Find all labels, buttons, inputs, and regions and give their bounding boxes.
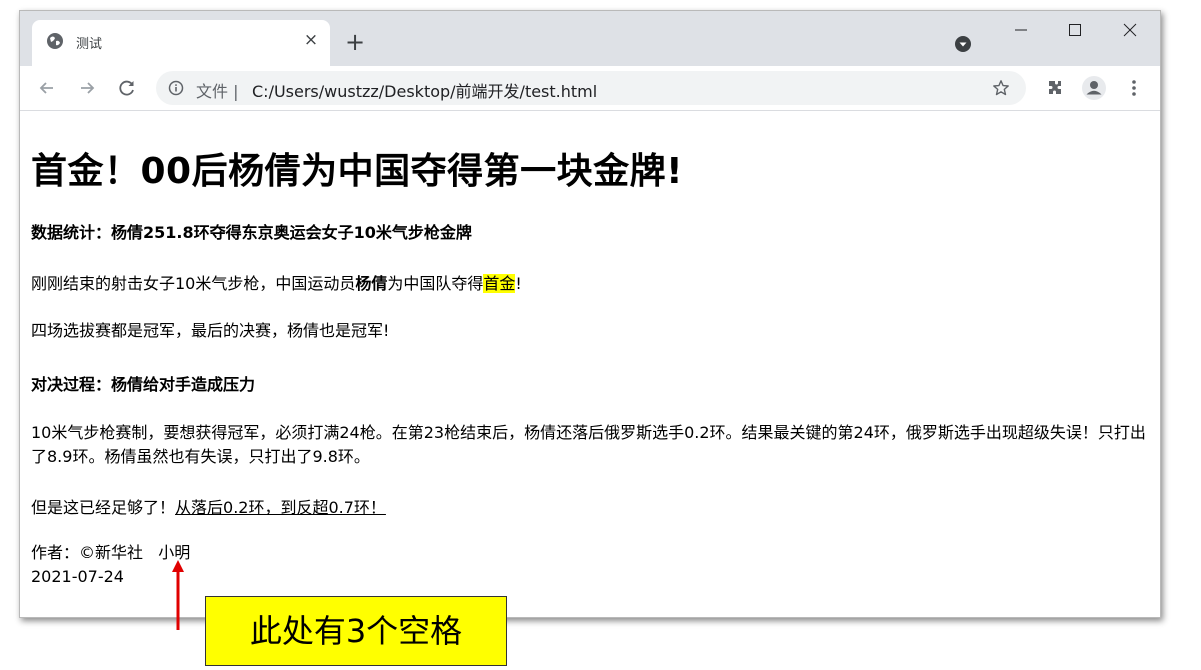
close-icon[interactable]: × — [302, 30, 320, 50]
address-separator: | — [233, 82, 239, 101]
bold-name: 杨倩 — [355, 274, 388, 293]
address-chip-label: 文件 — [196, 82, 229, 101]
maximize-icon[interactable] — [1055, 17, 1095, 43]
profile-dropdown-icon[interactable] — [954, 35, 972, 53]
reload-icon[interactable] — [116, 77, 138, 99]
author-block: 作者：©新华社 小明 2021-07-24 — [31, 541, 190, 589]
toolbar: 文件 | C:/Users/wustzz/Desktop/前端开发/test.h… — [20, 66, 1160, 111]
text: 为中国队夺得 — [387, 274, 484, 293]
author-line: 作者：©新华社 小明 — [31, 543, 191, 562]
date-line: 2021-07-24 — [31, 567, 124, 586]
browser-window: 测试 × + 文件 | C:/Users/wustzz/Desktop/前端开发… — [19, 10, 1161, 618]
text: 刚刚结束的射击女子10米气步枪，中国运动员 — [31, 274, 356, 293]
tab-strip: 测试 × + — [20, 11, 1160, 66]
tab-title: 测试 — [76, 37, 103, 52]
text: 但是这已经足够了！ — [31, 498, 176, 517]
plus-icon[interactable]: + — [343, 30, 367, 55]
address-bar[interactable]: 文件 | C:/Users/wustzz/Desktop/前端开发/test.h… — [156, 71, 1026, 105]
callout-note: 此处有3个空格 — [205, 596, 507, 666]
star-icon[interactable] — [992, 79, 1010, 97]
forward-icon[interactable] — [76, 77, 98, 99]
avatar-icon[interactable] — [1081, 75, 1107, 101]
text: ! — [515, 274, 522, 293]
url-text[interactable]: C:/Users/wustzz/Desktop/前端开发/test.html — [252, 78, 597, 102]
globe-icon — [47, 33, 63, 49]
info-icon[interactable] — [168, 80, 184, 96]
extensions-icon[interactable] — [1044, 77, 1066, 99]
paragraph-result: 刚刚结束的射击女子10米气步枪，中国运动员杨倩为中国队夺得首金! — [31, 270, 522, 294]
page-content: 首金！00后杨倩为中国夺得第一块金牌! 数据统计：杨倩251.8环夺得东京奥运会… — [20, 111, 1160, 617]
arrow-up-icon — [172, 560, 184, 630]
paragraph-process: 10米气步枪赛制，要想获得冠军，必须打满24枪。在第23枪结束后，杨倩还落后俄罗… — [31, 423, 1146, 466]
paragraph-champion: 四场选拔赛都是冠军，最后的决赛，杨倩也是冠军! — [31, 321, 390, 340]
page-title: 首金！00后杨倩为中国夺得第一块金牌! — [31, 151, 684, 192]
menu-icon[interactable] — [1123, 77, 1145, 99]
tab-active[interactable]: 测试 × — [32, 20, 330, 66]
underlined-text: 从落后0.2环，到反超0.7环！ — [175, 498, 386, 517]
highlight-first-gold: 首金 — [483, 274, 516, 293]
minimize-icon[interactable] — [1001, 17, 1041, 43]
close-window-icon[interactable] — [1110, 17, 1150, 43]
section-heading-stats: 数据统计：杨倩251.8环夺得东京奥运会女子10米气步枪金牌 — [31, 223, 472, 242]
address-chip: 文件 | — [196, 78, 239, 102]
back-icon[interactable] — [36, 77, 58, 99]
section-heading-process: 对决过程：杨倩给对手造成压力 — [31, 375, 256, 394]
paragraph-conclusion: 但是这已经足够了！从落后0.2环，到反超0.7环！ — [31, 494, 386, 518]
